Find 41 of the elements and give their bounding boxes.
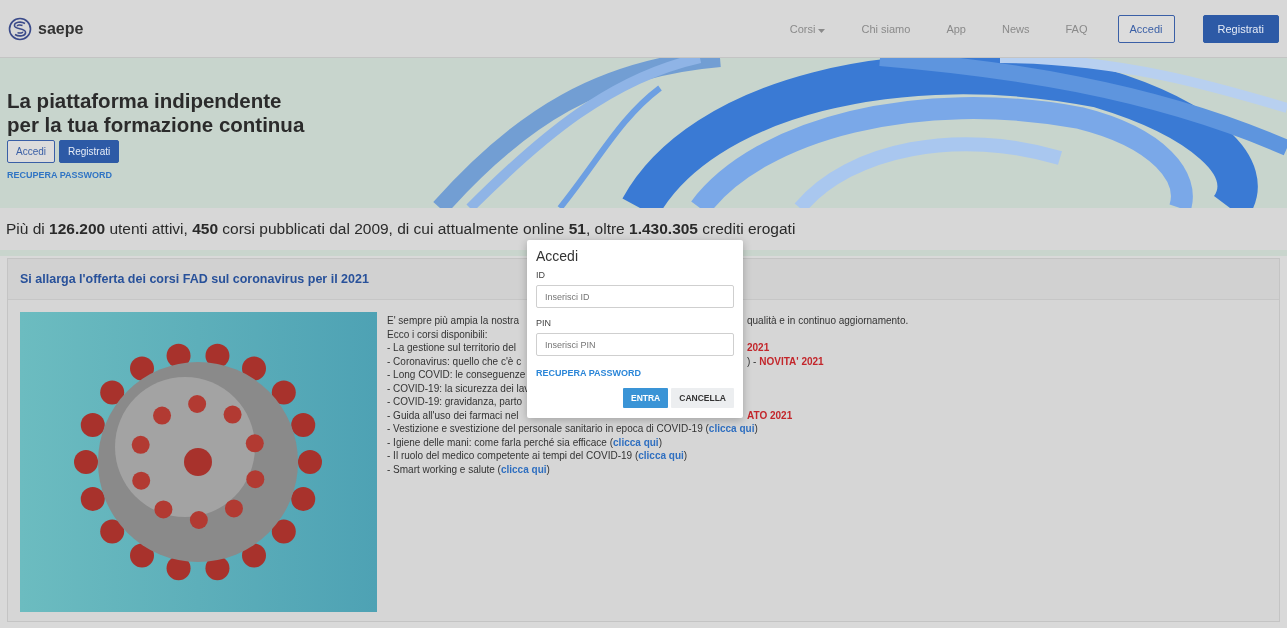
logo-icon [8,16,32,41]
input-field[interactable]: Inserisci ID [536,285,734,308]
nav-link[interactable]: App [928,22,984,35]
course-line: E' sempre più ampia la nostra [387,314,520,328]
login-button[interactable]: Accedi [1117,14,1175,43]
login-button[interactable]: Accedi [7,140,55,163]
link[interactable]: clicca qui [638,450,684,461]
stats-text: Più di 126.200 utenti attivi, 450 corsi pubblicati dal 2009, di cui attualmente online 51, oltre 1.430.305 crediti erogati [6,220,796,238]
course-line: - Vestizione e svestizione del personale sanitario in epoca di COVID-19 (clicca qui) [387,422,758,436]
register-button[interactable]: Registrati [1202,14,1279,43]
course-line: - Guida all'uso dei farmaci nel [387,408,520,422]
register-button[interactable]: Registrati [59,140,120,163]
recover-password-link[interactable]: RECUPERA PASSWORD [536,368,641,378]
input-field[interactable]: Inserisci PIN [536,333,734,356]
course-line: - COVID-19: gravidanza, parto [387,395,523,409]
course-line: Ecco i corsi disponibili: [387,327,488,341]
nav-dropdown[interactable]: Corsi [771,22,844,35]
course-line: qualità e in continuo aggiornamento. [747,314,909,328]
course-line: ) - NOVITA' 2021 [747,354,824,368]
course-line: - Il ruolo del medico competente ai tempi del COVID-19 (clicca qui) [387,449,688,463]
link[interactable]: clicca qui [613,436,659,448]
nav-link[interactable]: News [983,22,1048,35]
caret-icon [818,28,826,33]
recover-password-link[interactable]: RECUPERA PASSWORD [7,170,112,180]
course-line: - Long COVID: le conseguenze [387,368,526,382]
course-line: 2021 [747,341,770,355]
news-title: Si allarga l'offerta dei corsi FAD sul coronavirus per il 2021 [20,272,369,286]
brand-name: saepe [38,19,84,38]
dialog-title: Accedi [536,248,580,264]
field-label: PIN [536,318,552,328]
nav-link[interactable]: Chi siamo [843,22,929,35]
field-label: ID [536,270,546,280]
course-line: - Coronavirus: quello che c'è c [387,354,523,368]
course-line: - La gestione sul territorio del [387,341,517,355]
course-line: - Smart working e salute (clicca qui) [387,462,550,476]
course-line: - Igiene delle mani: come farla perché sia efficace (clicca qui) [387,435,662,449]
hero-title: La piattaforma indipendente per la tua formazione continua [7,89,306,137]
nav-link[interactable]: FAQ [1047,22,1106,35]
submit-button[interactable]: ENTRA [622,388,669,408]
course-line: ATO 2021 [747,408,793,422]
cancel-button[interactable]: CANCELLA [671,388,734,408]
